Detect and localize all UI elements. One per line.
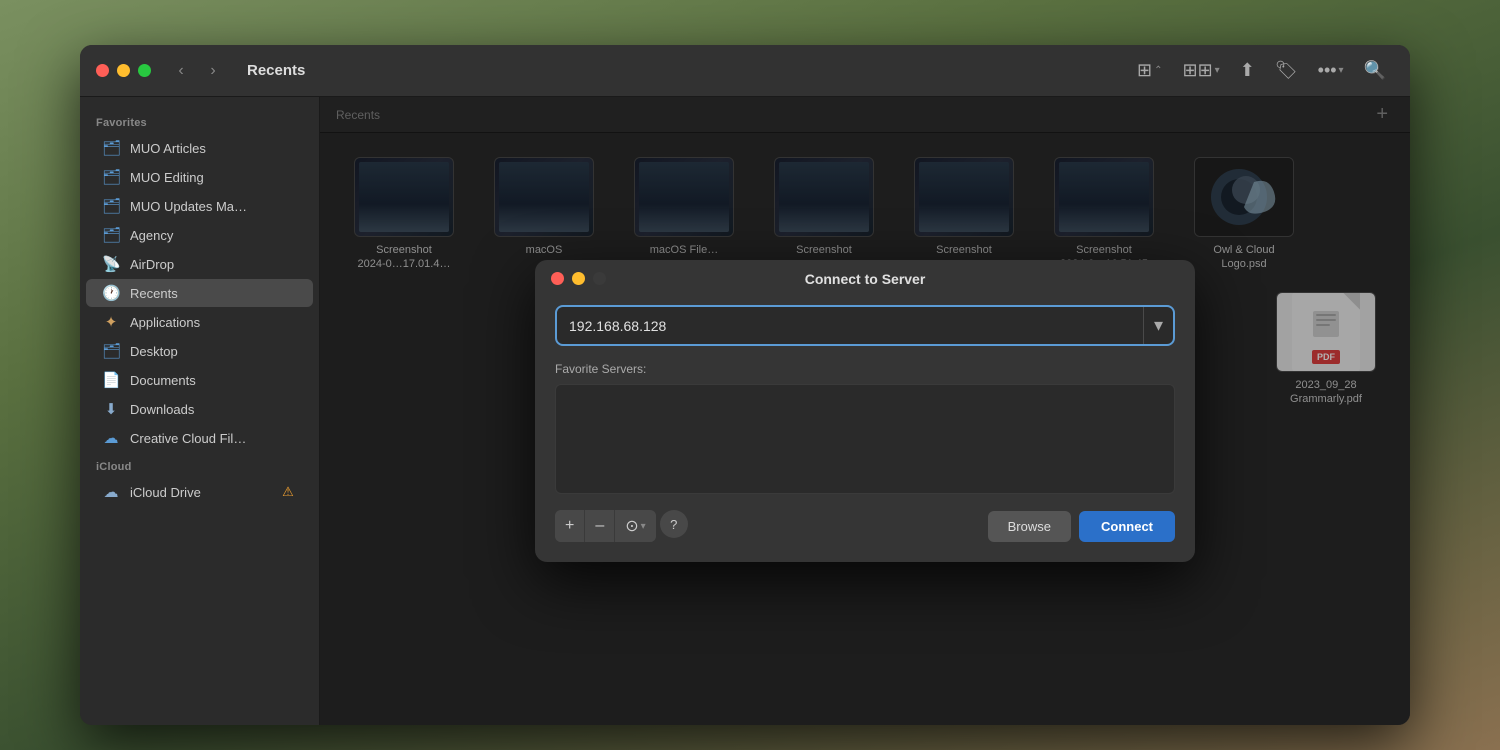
minimize-button[interactable] xyxy=(117,64,130,77)
sidebar-item-label: Desktop xyxy=(130,344,178,359)
sidebar-item-desktop[interactable]: 🗂 Desktop xyxy=(86,337,313,365)
help-button[interactable]: ? xyxy=(660,510,688,538)
sidebar-item-muo-updates[interactable]: 🗂 MUO Updates Ma… xyxy=(86,192,313,220)
remove-favorite-button[interactable]: – xyxy=(585,510,615,542)
airdrop-icon: 📡 xyxy=(102,255,120,273)
sidebar-item-label: MUO Articles xyxy=(130,141,206,156)
nav-buttons: ‹ › xyxy=(167,57,227,85)
sidebar-item-label: Creative Cloud Fil… xyxy=(130,431,246,446)
view-icon-options[interactable]: ⊞⊞ ▾ xyxy=(1174,56,1227,85)
sidebar-item-muo-articles[interactable]: 🗂 MUO Articles xyxy=(86,134,313,162)
dialog-titlebar: Connect to Server xyxy=(535,260,1195,293)
favorite-servers-list xyxy=(555,384,1175,494)
sidebar-item-label: Downloads xyxy=(130,402,194,417)
finder-body: Favorites 🗂 MUO Articles 🗂 MUO Editing 🗂… xyxy=(80,97,1410,725)
sidebar-item-agency[interactable]: 🗂 Agency xyxy=(86,221,313,249)
finder-titlebar: ‹ › Recents ⊞ ⌃ ⊞⊞ ▾ ⬆ 🏷 ••• ▾ 🔍 xyxy=(80,45,1410,97)
sidebar-item-label: Applications xyxy=(130,315,200,330)
sidebar-item-label: Documents xyxy=(130,373,196,388)
sidebar-item-label: AirDrop xyxy=(130,257,174,272)
recents-icon: 🕐 xyxy=(102,284,120,302)
search-icon[interactable]: 🔍 xyxy=(1356,56,1394,85)
maximize-button[interactable] xyxy=(138,64,151,77)
finder-title: Recents xyxy=(247,62,1129,79)
documents-icon: 📄 xyxy=(102,371,120,389)
sidebar-item-airdrop[interactable]: 📡 AirDrop xyxy=(86,250,313,278)
warning-icon: ⚠ xyxy=(279,484,297,500)
sidebar-item-muo-editing[interactable]: 🗂 MUO Editing xyxy=(86,163,313,191)
downloads-icon: ⬇ xyxy=(102,400,120,418)
tag-icon[interactable]: 🏷 xyxy=(1267,56,1306,85)
server-address-dropdown[interactable]: ▾ xyxy=(1143,307,1173,344)
more-options-button[interactable]: ⊙ ▾ xyxy=(615,510,655,542)
connect-button[interactable]: Connect xyxy=(1079,511,1175,542)
sidebar-item-applications[interactable]: ✦ Applications xyxy=(86,308,313,336)
folder-icon: 🗂 xyxy=(102,168,120,186)
browse-button[interactable]: Browse xyxy=(988,511,1071,542)
folder-icon: 🗂 xyxy=(102,139,120,157)
sidebar-item-label: MUO Updates Ma… xyxy=(130,199,247,214)
sidebar-item-creative-cloud[interactable]: ☁ Creative Cloud Fil… xyxy=(86,424,313,452)
dialog-overlay: Connect to Server ▾ Favorite Servers: xyxy=(320,97,1410,725)
content-area: Recents + Screenshot2024-0…17.01.4… macO xyxy=(320,97,1410,725)
more-icon[interactable]: ••• ▾ xyxy=(1310,56,1352,85)
traffic-lights xyxy=(96,64,151,77)
sidebar-item-recents[interactable]: 🕐 Recents xyxy=(86,279,313,307)
forward-button[interactable]: › xyxy=(199,57,227,85)
sidebar-item-downloads[interactable]: ⬇ Downloads xyxy=(86,395,313,423)
close-button[interactable] xyxy=(96,64,109,77)
dialog-traffic-lights xyxy=(551,272,606,285)
favorite-servers-label: Favorite Servers: xyxy=(555,362,1175,376)
icloud-label: iCloud xyxy=(80,453,319,477)
sidebar-item-documents[interactable]: 📄 Documents xyxy=(86,366,313,394)
dialog-minimize-button[interactable] xyxy=(572,272,585,285)
creative-cloud-icon: ☁ xyxy=(102,429,120,447)
folder-icon: 🗂 xyxy=(102,197,120,215)
dialog-footer: + – ⊙ ▾ ? Browse xyxy=(555,510,1175,542)
folder-icon: 🗂 xyxy=(102,342,120,360)
share-icon[interactable]: ⬆ xyxy=(1232,56,1263,85)
back-button[interactable]: ‹ xyxy=(167,57,195,85)
dialog-close-button[interactable] xyxy=(551,272,564,285)
finder-toolbar: ⊞ ⌃ ⊞⊞ ▾ ⬆ 🏷 ••• ▾ 🔍 xyxy=(1129,56,1394,85)
add-favorite-button[interactable]: + xyxy=(555,510,585,542)
folder-icon: 🗂 xyxy=(102,226,120,244)
add-remove-btn-group: + – ⊙ ▾ xyxy=(555,510,656,542)
footer-left-buttons: + – ⊙ ▾ ? xyxy=(555,510,688,542)
view-icon-grid[interactable]: ⊞ ⌃ xyxy=(1129,56,1170,85)
sidebar-item-label: iCloud Drive xyxy=(130,485,201,500)
sidebar-item-label: Agency xyxy=(130,228,173,243)
sidebar-item-icloud-drive[interactable]: ☁ iCloud Drive ⚠ xyxy=(86,478,313,506)
applications-icon: ✦ xyxy=(102,313,120,331)
dialog-maximize-button xyxy=(593,272,606,285)
dialog-title: Connect to Server xyxy=(805,271,926,287)
finder-window: ‹ › Recents ⊞ ⌃ ⊞⊞ ▾ ⬆ 🏷 ••• ▾ 🔍 Favorit… xyxy=(80,45,1410,725)
dialog-body: ▾ Favorite Servers: + – xyxy=(535,293,1195,562)
more-options-arrow: ▾ xyxy=(641,521,646,532)
server-address-row: ▾ xyxy=(555,305,1175,346)
connect-to-server-dialog: Connect to Server ▾ Favorite Servers: xyxy=(535,260,1195,562)
more-options-icon: ⊙ xyxy=(625,516,638,536)
sidebar-item-label: Recents xyxy=(130,286,178,301)
icloud-icon: ☁ xyxy=(102,483,120,501)
favorites-label: Favorites xyxy=(80,109,319,133)
sidebar: Favorites 🗂 MUO Articles 🗂 MUO Editing 🗂… xyxy=(80,97,320,725)
sidebar-item-label: MUO Editing xyxy=(130,170,204,185)
server-address-input[interactable] xyxy=(557,308,1143,344)
